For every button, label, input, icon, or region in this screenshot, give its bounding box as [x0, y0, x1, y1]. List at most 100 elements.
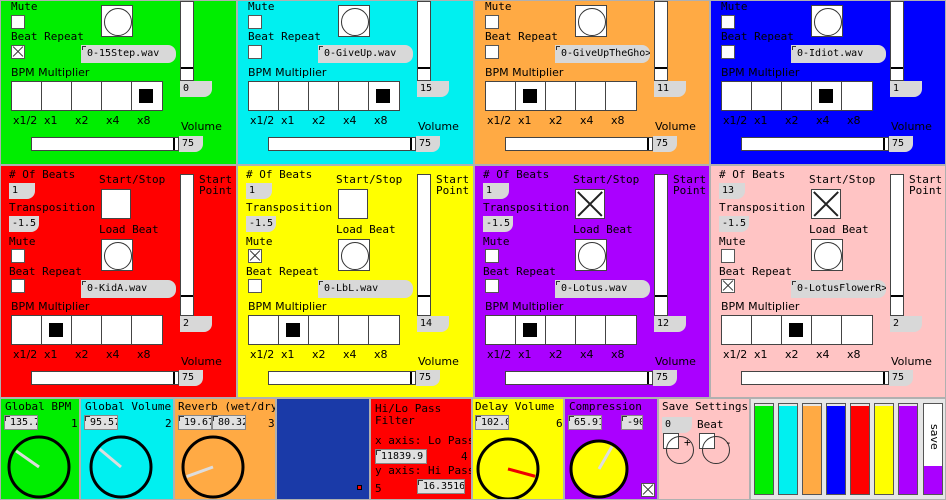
load-beat-button[interactable]: [101, 239, 133, 271]
beat-repeat-toggle[interactable]: [721, 45, 735, 59]
start-point-slider[interactable]: [180, 174, 194, 316]
start-point-slider[interactable]: [654, 174, 668, 316]
save-button[interactable]: save: [923, 403, 943, 495]
multiplier-option[interactable]: [339, 316, 369, 344]
mute-toggle[interactable]: [721, 15, 735, 29]
multiplier-option[interactable]: [132, 316, 162, 344]
compression-threshold-number[interactable]: 65.91: [568, 415, 602, 430]
multiplier-option[interactable]: [722, 82, 752, 110]
sample-file-field[interactable]: 0-Lotus.wav: [555, 280, 650, 298]
transposition-number[interactable]: -1.5: [9, 216, 39, 232]
multiplier-option[interactable]: [42, 82, 72, 110]
sample-file-field[interactable]: 0-LotusFlowerR>: [791, 280, 886, 298]
start-point-slider[interactable]: [890, 1, 904, 81]
multiplier-option[interactable]: [309, 316, 339, 344]
multiplier-option[interactable]: [339, 82, 369, 110]
beats-number[interactable]: 13: [719, 183, 745, 199]
mute-toggle[interactable]: [248, 15, 262, 29]
multiplier-option[interactable]: [576, 316, 606, 344]
multiplier-option[interactable]: [842, 82, 872, 110]
multiplier-option[interactable]: [516, 82, 546, 110]
volume-slider[interactable]: [505, 137, 653, 151]
start-point-number[interactable]: 14: [417, 316, 449, 332]
start-point-number[interactable]: 11: [654, 81, 686, 97]
slider-knob[interactable]: [173, 372, 175, 384]
volume-number[interactable]: 75: [416, 136, 440, 152]
global-bpm-number[interactable]: 135.7: [4, 415, 38, 430]
multiplier-option[interactable]: [752, 82, 782, 110]
reverb-dry-number[interactable]: 80.32: [212, 415, 246, 430]
start-point-slider[interactable]: [890, 174, 904, 316]
multiplier-option[interactable]: [72, 316, 102, 344]
multiplier-option[interactable]: [42, 316, 72, 344]
volume-number[interactable]: 75: [653, 136, 677, 152]
bpm-multiplier-radio[interactable]: [11, 81, 163, 111]
volume-slider[interactable]: [268, 137, 416, 151]
transposition-number[interactable]: -1.5: [719, 216, 749, 232]
start-point-slider[interactable]: [654, 1, 668, 81]
sample-file-field[interactable]: 0-LbL.wav: [318, 280, 413, 298]
multiplier-option[interactable]: [782, 82, 812, 110]
bpm-multiplier-radio[interactable]: [721, 315, 873, 345]
bpm-multiplier-radio[interactable]: [485, 315, 637, 345]
slider-knob[interactable]: [173, 138, 175, 150]
slider-knob[interactable]: [891, 67, 903, 69]
slider-knob[interactable]: [181, 67, 193, 69]
hi-pass-number[interactable]: 16.3516: [417, 479, 465, 494]
global-bpm-dial[interactable]: [6, 434, 72, 500]
volume-slider[interactable]: [31, 137, 179, 151]
multiplier-option[interactable]: [486, 316, 516, 344]
beat-repeat-toggle[interactable]: [11, 279, 25, 293]
global-volume-number[interactable]: 95.57: [84, 415, 118, 430]
sample-file-field[interactable]: 0-GiveUpTheGho>: [555, 45, 650, 63]
compression-ratio-number[interactable]: -90: [621, 415, 643, 430]
multiplier-option[interactable]: [369, 82, 399, 110]
volume-slider[interactable]: [31, 371, 179, 385]
beat-repeat-toggle[interactable]: [485, 279, 499, 293]
start-point-number[interactable]: 0: [180, 81, 212, 97]
mute-toggle[interactable]: [721, 249, 735, 263]
start-point-slider[interactable]: [180, 1, 194, 81]
beat-repeat-toggle[interactable]: [11, 45, 25, 59]
multiplier-option[interactable]: [249, 316, 279, 344]
slider-knob[interactable]: [647, 372, 649, 384]
start-point-slider[interactable]: [417, 174, 431, 316]
volume-number[interactable]: 75: [889, 136, 913, 152]
slider-knob[interactable]: [410, 138, 412, 150]
start-stop-toggle[interactable]: [811, 189, 841, 219]
compression-toggle[interactable]: [641, 483, 655, 497]
sample-file-field[interactable]: 0-KidA.wav: [81, 280, 176, 298]
start-stop-toggle[interactable]: [101, 189, 131, 219]
load-beat-button[interactable]: [575, 239, 607, 271]
reverb-wet-number[interactable]: 19.67: [178, 415, 212, 430]
multiplier-option[interactable]: [369, 316, 399, 344]
start-point-number[interactable]: 15: [417, 81, 449, 97]
lo-pass-number[interactable]: 11839.9: [375, 449, 427, 464]
beats-number[interactable]: 1: [246, 183, 272, 199]
start-point-number[interactable]: 2: [890, 316, 922, 332]
multiplier-option[interactable]: [606, 316, 636, 344]
multiplier-option[interactable]: [309, 82, 339, 110]
beat-repeat-toggle[interactable]: [721, 279, 735, 293]
start-point-number[interactable]: 1: [890, 81, 922, 97]
load-beat-button[interactable]: [575, 5, 607, 37]
delay-volume-dial[interactable]: [475, 436, 541, 500]
beats-number[interactable]: 1: [483, 183, 509, 199]
bpm-multiplier-radio[interactable]: [721, 81, 873, 111]
multiplier-option[interactable]: [486, 82, 516, 110]
sample-file-field[interactable]: 0-GiveUp.wav: [318, 45, 413, 63]
volume-number[interactable]: 75: [653, 370, 677, 386]
multiplier-option[interactable]: [72, 82, 102, 110]
mute-toggle[interactable]: [485, 15, 499, 29]
volume-slider[interactable]: [741, 137, 889, 151]
multiplier-option[interactable]: [576, 82, 606, 110]
volume-slider[interactable]: [268, 371, 416, 385]
multiplier-option[interactable]: [249, 82, 279, 110]
slider-knob[interactable]: [410, 372, 412, 384]
mute-toggle[interactable]: [485, 249, 499, 263]
multiplier-option[interactable]: [12, 316, 42, 344]
load-beat-button[interactable]: [338, 5, 370, 37]
decrement-button[interactable]: [699, 433, 730, 464]
sample-file-field[interactable]: 0-Idiot.wav: [791, 45, 886, 63]
compression-dial[interactable]: [568, 438, 630, 500]
